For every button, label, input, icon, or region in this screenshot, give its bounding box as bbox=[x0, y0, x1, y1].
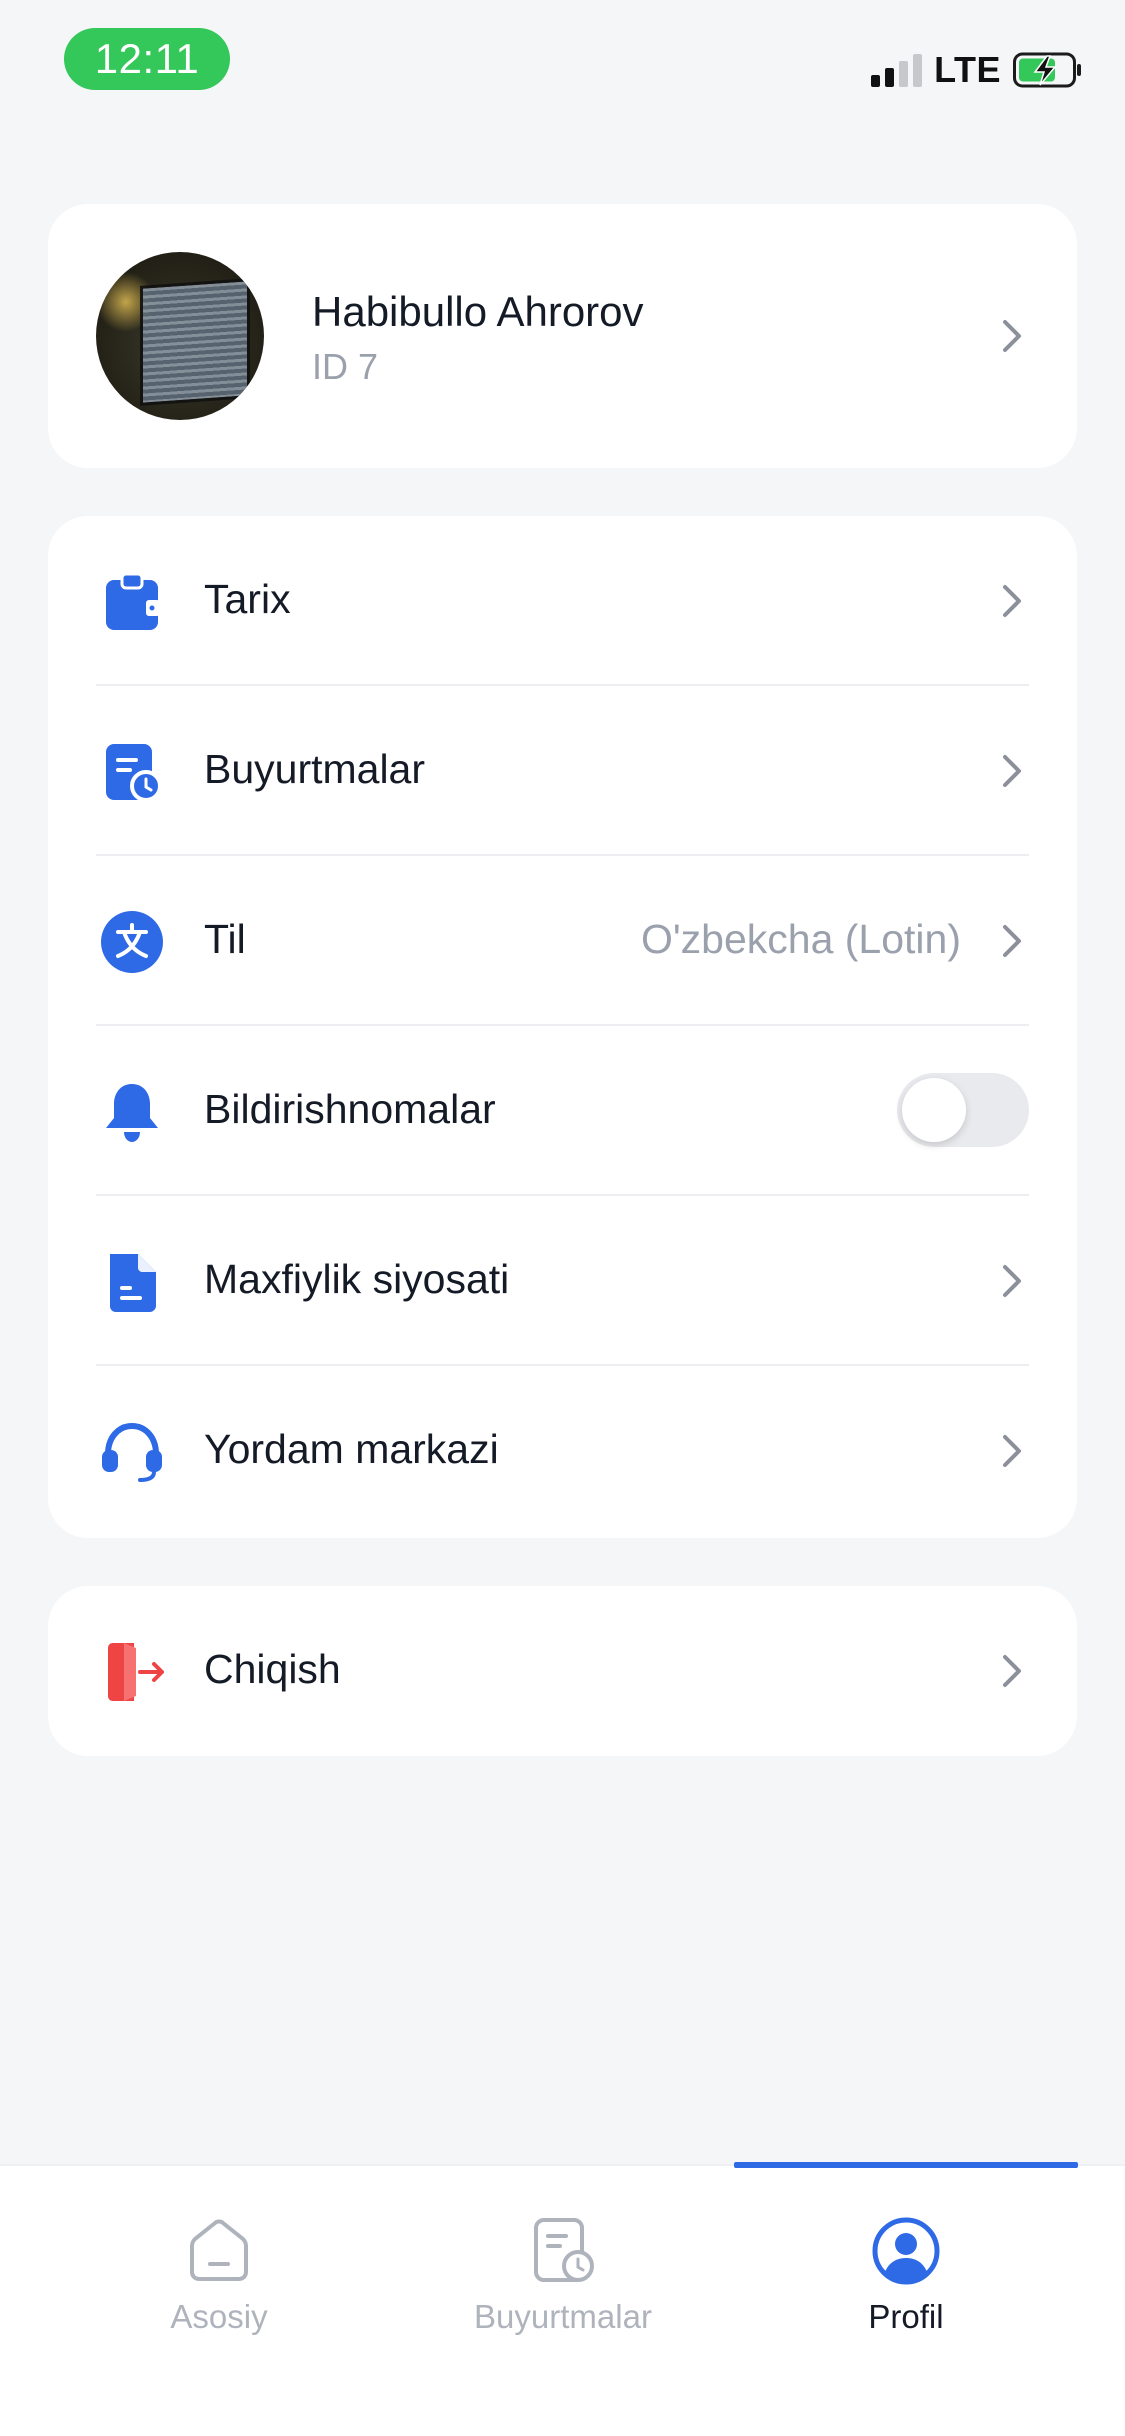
document-icon bbox=[100, 1250, 164, 1314]
tab-buyurtmalar[interactable]: Buyurtmalar bbox=[391, 2190, 735, 2335]
toggle-knob bbox=[902, 1078, 966, 1142]
tab-label: Buyurtmalar bbox=[474, 2298, 652, 2335]
order-history-icon bbox=[100, 740, 164, 804]
user-icon bbox=[872, 2217, 940, 2285]
chevron-right-icon bbox=[1003, 1655, 1021, 1687]
profile-id: ID 7 bbox=[312, 346, 379, 387]
menu-item-label: Maxfiylik siyosati bbox=[204, 1256, 510, 1302]
menu-item-label: Buyurtmalar bbox=[204, 746, 426, 792]
logout-icon bbox=[100, 1640, 164, 1704]
signal-icon bbox=[871, 53, 923, 87]
menu-item-yordam[interactable]: Yordam markazi bbox=[48, 1366, 1077, 1536]
menu-item-maxfiylik[interactable]: Maxfiylik siyosati bbox=[48, 1196, 1077, 1366]
translate-icon bbox=[100, 910, 164, 974]
menu-item-til[interactable]: Til O'zbekcha (Lotin) bbox=[48, 856, 1077, 1026]
notifications-toggle[interactable] bbox=[897, 1073, 1029, 1147]
orders-icon bbox=[534, 2218, 594, 2282]
menu-item-label: Yordam markazi bbox=[204, 1426, 499, 1472]
bell-icon bbox=[100, 1080, 164, 1144]
profile-card[interactable]: Habibullo Ahrorov ID 7 bbox=[48, 204, 1077, 468]
menu-item-label: Til bbox=[204, 916, 246, 962]
tab-label: Asosiy bbox=[170, 2298, 268, 2335]
battery-charging-icon bbox=[1013, 52, 1081, 88]
settings-menu: Tarix Buyurtmalar Til O'zbekcha (Lotin) … bbox=[48, 516, 1077, 1538]
status-time: 12:11 bbox=[64, 28, 230, 90]
chevron-right-icon bbox=[1003, 320, 1021, 352]
active-tab-indicator bbox=[734, 2162, 1078, 2168]
logout-button[interactable]: Chiqish bbox=[48, 1586, 1077, 1756]
profile-screen: 12:11 LTE Habibullo Ahrorov ID 7 Tarix B… bbox=[0, 0, 1125, 2436]
menu-item-bildirishnomalar: Bildirishnomalar bbox=[48, 1026, 1077, 1196]
tab-profil[interactable]: Profil bbox=[734, 2190, 1078, 2335]
tab-label: Profil bbox=[868, 2298, 944, 2335]
chevron-right-icon bbox=[1003, 585, 1021, 617]
profile-name: Habibullo Ahrorov bbox=[312, 288, 644, 335]
headset-icon bbox=[100, 1420, 164, 1484]
bottom-tab-bar: Asosiy Buyurtmalar Profil bbox=[0, 2162, 1125, 2436]
menu-item-tarix[interactable]: Tarix bbox=[48, 516, 1077, 686]
menu-item-label: Tarix bbox=[204, 576, 291, 622]
menu-item-buyurtmalar[interactable]: Buyurtmalar bbox=[48, 686, 1077, 856]
clipboard-icon bbox=[100, 570, 164, 634]
status-indicators: LTE bbox=[871, 48, 1083, 92]
home-icon bbox=[190, 2219, 248, 2281]
tab-asosiy[interactable]: Asosiy bbox=[47, 2190, 391, 2335]
network-label: LTE bbox=[934, 49, 1001, 90]
menu-item-label: Bildirishnomalar bbox=[204, 1086, 496, 1132]
chevron-right-icon bbox=[1003, 1435, 1021, 1467]
language-value: O'zbekcha (Lotin) bbox=[640, 916, 961, 962]
chevron-right-icon bbox=[1003, 1265, 1021, 1297]
logout-label: Chiqish bbox=[204, 1646, 341, 1692]
chevron-right-icon bbox=[1003, 925, 1021, 957]
avatar bbox=[96, 252, 264, 420]
chevron-right-icon bbox=[1003, 755, 1021, 787]
status-bar: 12:11 LTE bbox=[0, 0, 1125, 130]
logout-card: Chiqish bbox=[48, 1586, 1077, 1756]
